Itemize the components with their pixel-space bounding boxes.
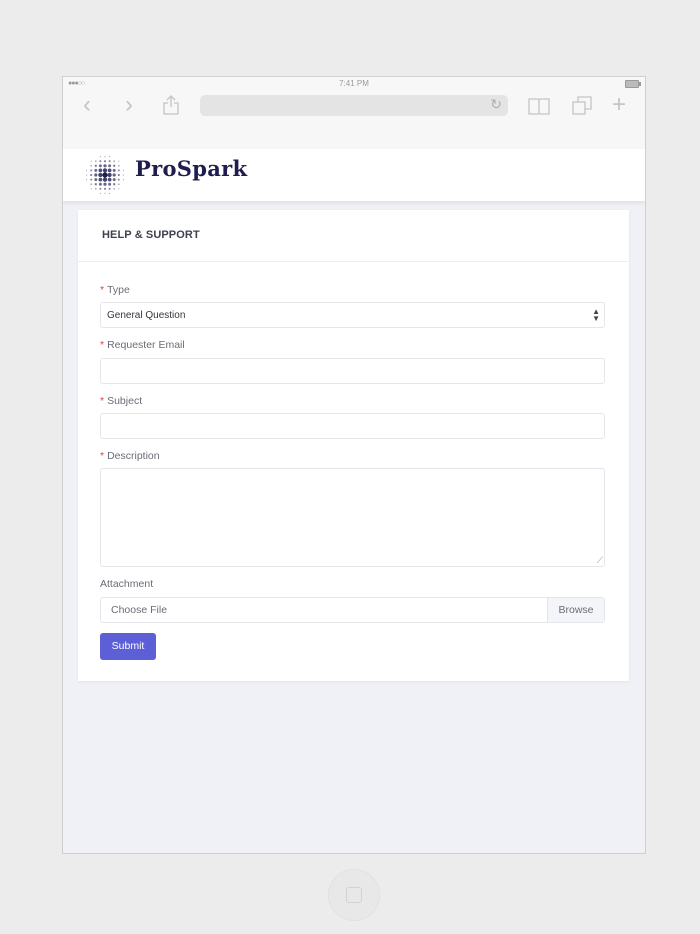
- site-header: ProSpark: [63, 149, 645, 201]
- file-placeholder: Choose File: [111, 604, 168, 616]
- logo-icon[interactable]: [83, 153, 127, 197]
- home-square-icon: [346, 887, 362, 903]
- attachment-label: Attachment: [100, 578, 154, 590]
- required-mark: *: [100, 450, 105, 462]
- required-mark: *: [100, 395, 105, 407]
- book-icon[interactable]: [528, 96, 550, 120]
- email-field[interactable]: [100, 358, 605, 384]
- card-header: HELP & SUPPORT: [78, 210, 629, 262]
- page-title: HELP & SUPPORT: [102, 229, 200, 241]
- chevron-right-icon[interactable]: ›: [125, 93, 133, 117]
- chevron-left-icon[interactable]: ‹: [83, 93, 91, 117]
- plus-icon[interactable]: +: [612, 93, 626, 117]
- support-form-card: HELP & SUPPORT * Type General Question ▲ ▼…: [78, 210, 629, 681]
- type-label: * Type: [100, 284, 130, 296]
- select-arrows-icon: ▲ ▼: [592, 307, 600, 323]
- tablet-frame: ●●●○○ 7:41 PM ‹ › ↻ + ProSpark HELP & SU…: [0, 0, 700, 934]
- submit-button[interactable]: Submit: [100, 633, 156, 660]
- description-label-text: Description: [107, 450, 160, 462]
- required-mark: *: [100, 284, 105, 296]
- browse-button[interactable]: Browse: [547, 598, 604, 622]
- file-input[interactable]: Choose File Browse: [100, 597, 605, 623]
- description-textarea[interactable]: ⟋: [100, 468, 605, 567]
- reload-icon[interactable]: ↻: [490, 96, 502, 113]
- home-button[interactable]: [328, 869, 380, 921]
- description-label: * Description: [100, 450, 160, 462]
- address-bar[interactable]: ↻: [200, 95, 508, 116]
- required-mark: *: [100, 339, 105, 351]
- subject-label: * Subject: [100, 395, 142, 407]
- email-label: * Requester Email: [100, 339, 185, 351]
- screen: ●●●○○ 7:41 PM ‹ › ↻ + ProSpark HELP & SU…: [63, 77, 645, 853]
- battery-icon: [625, 80, 641, 88]
- status-bar: ●●●○○ 7:41 PM: [63, 77, 645, 91]
- subject-field[interactable]: [100, 413, 605, 439]
- browser-toolbar: ‹ › ↻ +: [63, 91, 645, 150]
- brand-name[interactable]: ProSpark: [135, 156, 247, 181]
- subject-label-text: Subject: [107, 395, 143, 407]
- email-label-text: Requester Email: [107, 339, 185, 351]
- type-select[interactable]: General Question ▲ ▼: [100, 302, 605, 328]
- tabs-icon[interactable]: [572, 96, 592, 121]
- type-label-text: Type: [107, 284, 130, 296]
- status-time: 7:41 PM: [339, 79, 369, 88]
- resize-handle-icon[interactable]: ⟋: [597, 555, 603, 566]
- share-icon[interactable]: [163, 95, 179, 120]
- type-select-value: General Question: [107, 310, 186, 321]
